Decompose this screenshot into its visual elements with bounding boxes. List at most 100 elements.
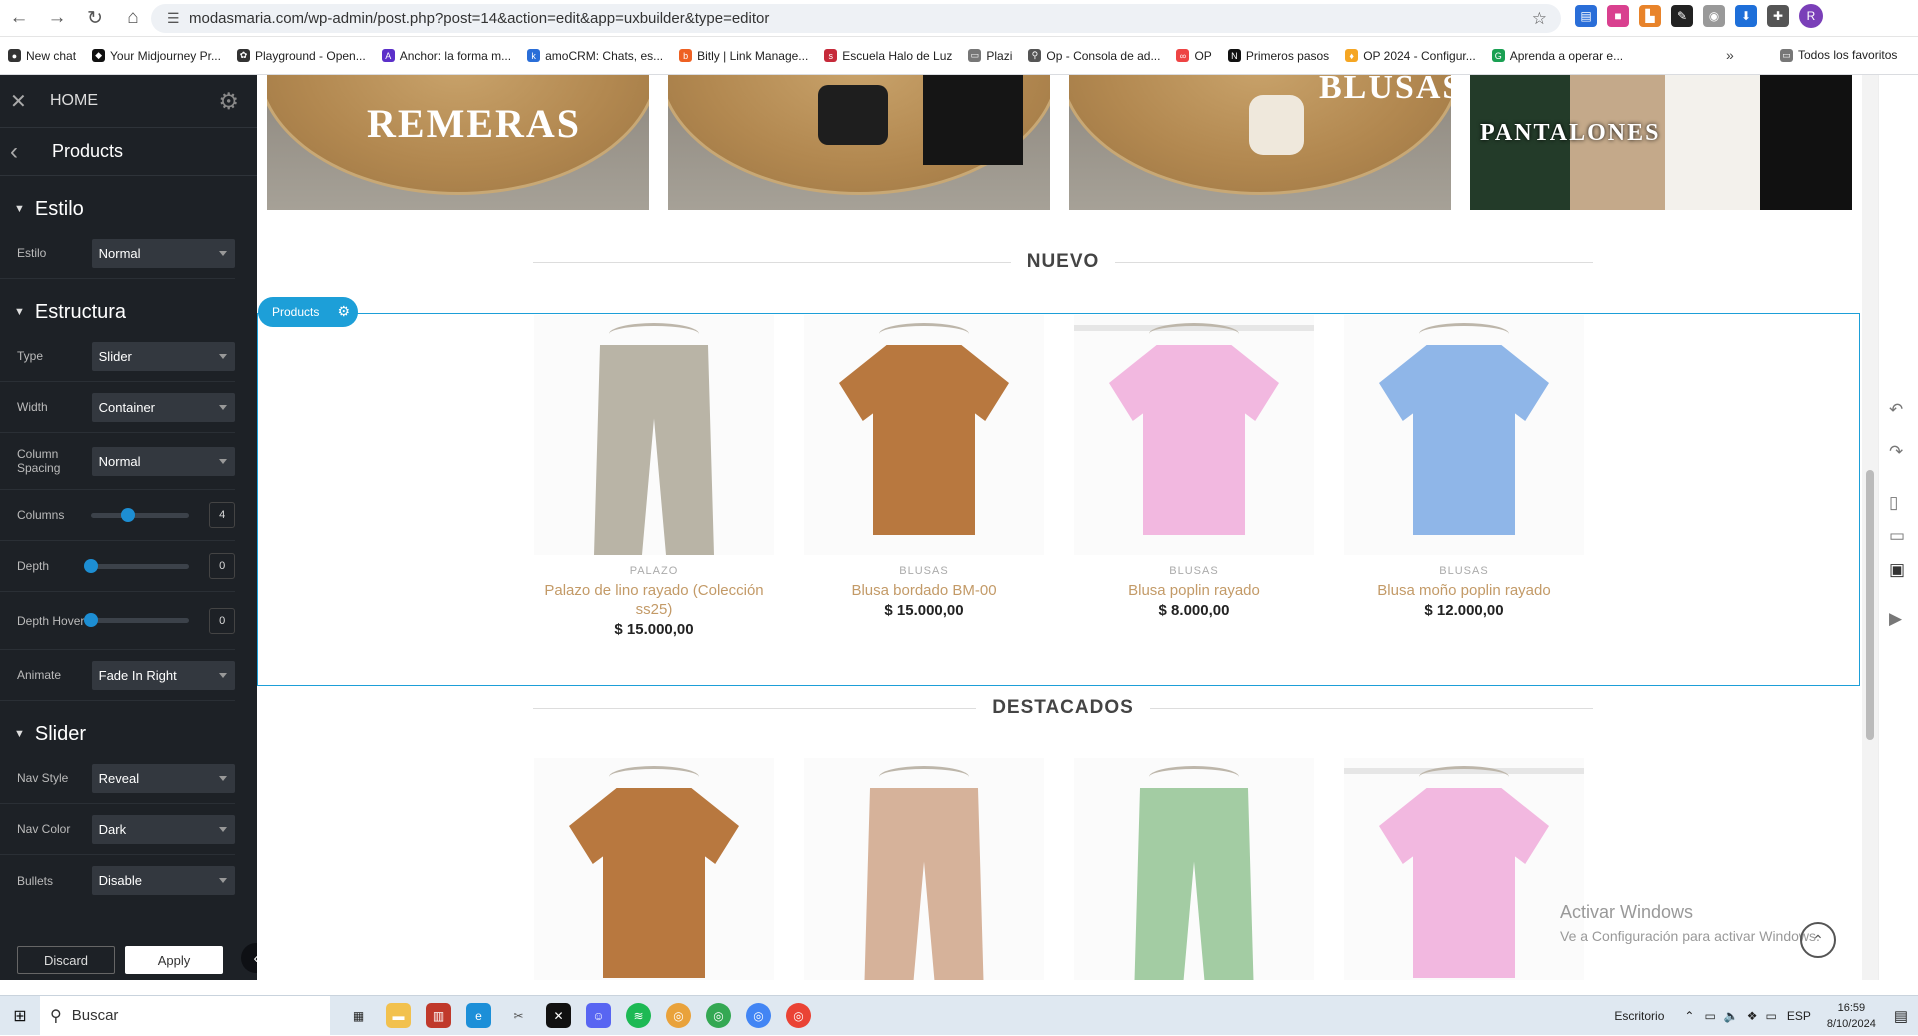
home-link[interactable]: HOME [50,92,98,110]
product-card[interactable]: BLUSAS Blusa moño poplin rayado $ 12.000… [1344,315,1584,619]
task-view-icon[interactable]: ▦ [346,1003,371,1028]
sidebar-back-row[interactable]: ‹ Products [0,128,257,176]
bookmarks-overflow-icon[interactable]: » [1726,47,1734,63]
mobile-view-icon[interactable]: ▯ [1889,493,1898,513]
gear-icon[interactable]: ⚙ [218,88,239,115]
product-card[interactable]: PALAZO Palazo de lino rayado (Colección … [534,315,774,638]
chrome-icon[interactable]: ◎ [706,1003,731,1028]
winrar-icon[interactable]: ▥ [426,1003,451,1028]
bookmark-item[interactable]: ◆ Your Midjourney Pr... [92,49,221,63]
edge-icon[interactable]: e [466,1003,491,1028]
close-icon[interactable]: ✕ [10,89,50,114]
network-icon[interactable]: ▭ [1766,1009,1777,1023]
dropbox-icon[interactable]: ❖ [1747,1009,1758,1023]
bookmark-item[interactable]: ✿ Playground - Open... [236,49,366,63]
product-card[interactable] [804,758,1044,980]
canvas-scrollbar[interactable] [1862,75,1878,980]
category-banner[interactable]: PANTALONES [1470,75,1852,210]
category-banner[interactable]: BLUSAS [1069,75,1451,210]
columns-slider[interactable] [90,507,190,522]
bookmark-item[interactable]: ⚲ Op - Consola de ad... [1028,49,1160,63]
gear-icon[interactable]: ⚙ [337,303,350,320]
category-banner[interactable] [668,75,1050,210]
bookmark-item[interactable]: s Escuela Halo de Luz [824,49,952,63]
extension-icon[interactable]: ▤ [1575,5,1597,27]
type-select[interactable]: Slider [91,341,235,371]
slider-handle[interactable] [83,613,98,627]
chrome-icon[interactable]: ◎ [666,1003,691,1028]
preview-play-icon[interactable]: ▶ [1889,609,1902,629]
products-element-outline[interactable] [257,313,1860,686]
chrome-icon[interactable]: ◎ [746,1003,771,1028]
product-name[interactable]: Blusa bordado BM-00 [804,581,1044,600]
desktop-label[interactable]: Escritorio [1614,1009,1664,1023]
product-name[interactable]: Blusa poplin rayado [1074,581,1314,600]
product-card[interactable] [1074,758,1314,980]
product-image[interactable] [1344,315,1584,555]
windows-start-icon[interactable]: ⊞ [0,1006,40,1026]
section-estructura[interactable]: ▼ Estructura [0,293,257,331]
depth-slider[interactable] [83,558,190,573]
product-category[interactable]: PALAZO [534,565,774,577]
product-image[interactable] [1074,758,1314,980]
extensions-puzzle-icon[interactable]: ✚ [1767,5,1789,27]
bookmark-item[interactable]: ∞ OP [1176,49,1212,63]
section-estilo[interactable]: ▼ Estilo [0,190,257,228]
all-bookmarks[interactable]: ▭ Todos los favoritos [1780,48,1897,62]
scrollbar-thumb[interactable] [1866,470,1874,740]
bookmark-item[interactable]: ● New chat [8,49,76,63]
product-category[interactable]: BLUSAS [1074,565,1314,577]
download-icon[interactable]: ⬇ [1735,5,1757,27]
section-slider[interactable]: ▼ Slider [0,715,257,753]
chrome-icon[interactable]: ◎ [786,1003,811,1028]
extension-icon[interactable]: ▙ [1639,5,1661,27]
address-bar[interactable]: ☰ modasmaria.com/wp-admin/post.php?post=… [151,4,1561,33]
estilo-select[interactable]: Normal [91,238,235,268]
animate-select[interactable]: Fade In Right [91,660,235,690]
capcut-icon[interactable]: ✕ [546,1003,571,1028]
file-explorer-icon[interactable]: ▬ [386,1003,411,1028]
product-card[interactable] [534,758,774,980]
product-image[interactable] [534,758,774,980]
depth-hover-value[interactable]: 0 [209,607,236,634]
bookmark-item[interactable]: b Bitly | Link Manage... [679,49,808,63]
volume-icon[interactable]: 🔈 [1724,1009,1739,1023]
depth-hover-slider[interactable] [83,613,190,627]
category-banner[interactable]: REMERAS [267,75,649,210]
camera-icon[interactable]: ◉ [1703,5,1725,27]
product-image[interactable] [1344,758,1584,980]
slider-handle[interactable] [83,558,98,573]
reload-icon[interactable]: ↻ [76,0,114,37]
redo-icon[interactable]: ↷ [1889,442,1903,462]
product-image[interactable] [804,758,1044,980]
nav-color-select[interactable]: Dark [91,814,235,844]
depth-value[interactable]: 0 [209,553,236,579]
apply-button[interactable]: Apply [125,946,223,974]
product-image[interactable] [1074,315,1314,555]
product-category[interactable]: BLUSAS [1344,565,1584,577]
eyedropper-icon[interactable]: ✎ [1671,5,1693,27]
columns-value[interactable]: 4 [209,502,236,528]
product-name[interactable]: Blusa moño poplin rayado [1344,581,1584,600]
bookmark-item[interactable]: ♦ OP 2024 - Configur... [1345,49,1476,63]
products-element-tag[interactable]: Products ⚙ [258,297,358,327]
notifications-icon[interactable]: ▤ [1894,1007,1908,1025]
profile-avatar[interactable]: R [1799,4,1823,28]
nav-style-select[interactable]: Reveal [91,763,235,793]
desktop-view-icon[interactable]: ▣ [1889,560,1905,580]
extension-icon[interactable]: ■ [1607,5,1629,27]
product-image[interactable] [804,315,1044,555]
bookmark-item[interactable]: A Anchor: la forma m... [381,49,511,63]
column-spacing-select[interactable]: Normal [91,446,235,476]
back-icon[interactable]: ← [0,0,38,37]
bookmark-item[interactable]: k amoCRM: Chats, es... [527,49,663,63]
spotify-icon[interactable]: ≋ [626,1003,651,1028]
chevron-up-icon[interactable]: ⌃ [1684,1009,1694,1023]
back-to-top-button[interactable]: ⌃ [1800,922,1836,958]
bookmark-item[interactable]: G Aprenda a operar e... [1491,49,1623,63]
snipping-tool-icon[interactable]: ✂ [506,1003,531,1028]
bullets-select[interactable]: Disable [91,866,235,895]
bookmark-star-icon[interactable]: ☆ [1532,9,1547,29]
site-info-icon[interactable]: ☰ [167,10,189,27]
product-name[interactable]: Palazo de lino rayado (Colección ss25) [534,581,774,619]
